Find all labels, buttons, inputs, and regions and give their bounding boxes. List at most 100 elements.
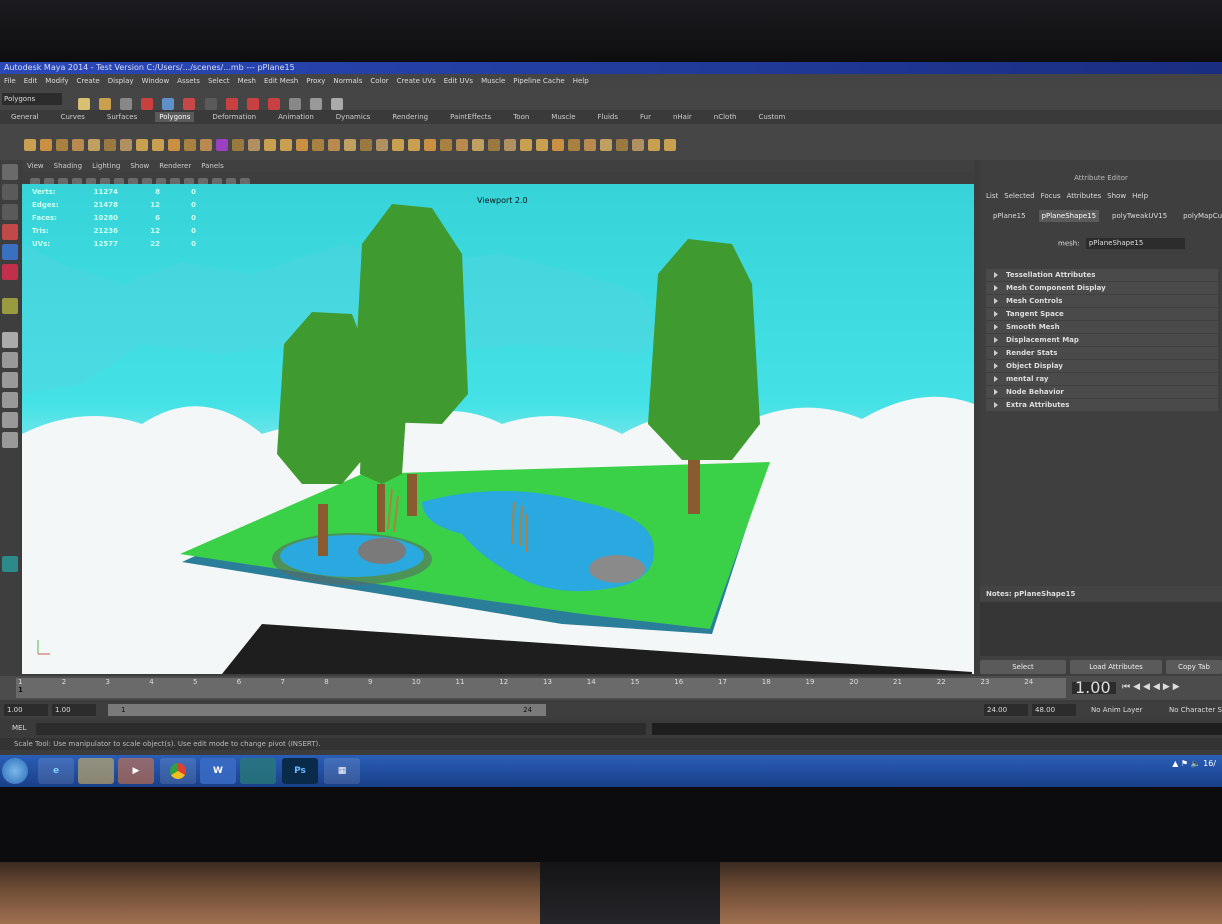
current-frame-marker[interactable]: 1 bbox=[18, 686, 23, 694]
tray-arrow-icon[interactable]: ▲ bbox=[1172, 759, 1178, 768]
extrude-icon[interactable] bbox=[424, 138, 436, 151]
ae-menu-selected[interactable]: Selected bbox=[1004, 192, 1034, 200]
cut-uv-icon[interactable] bbox=[632, 138, 644, 151]
menu-create-uvs[interactable]: Create UVs bbox=[397, 77, 436, 85]
menu-edit[interactable]: Edit bbox=[24, 77, 38, 85]
menu-edit-uvs[interactable]: Edit UVs bbox=[444, 77, 473, 85]
automatic-mapping-icon[interactable] bbox=[552, 138, 564, 151]
media-player-icon[interactable]: ▶ bbox=[118, 758, 154, 784]
rotate-tool-icon[interactable] bbox=[2, 244, 18, 260]
command-input[interactable] bbox=[36, 723, 646, 735]
time-slider[interactable]: 1 2 3 4 5 6 7 8 9 10 11 12 13 14 15 16 17 18 19 20 21 22 23 24 1… bbox=[0, 676, 1222, 700]
mode-selector[interactable]: Polygons bbox=[2, 93, 62, 105]
menu-help[interactable]: Help bbox=[573, 77, 589, 85]
make-hole-icon[interactable] bbox=[328, 138, 340, 151]
shelf-tab-toon[interactable]: Toon bbox=[509, 112, 533, 122]
menu-assets[interactable]: Assets bbox=[177, 77, 200, 85]
shelf-tab-curves[interactable]: Curves bbox=[57, 112, 89, 122]
clock[interactable]: 16/ bbox=[1203, 759, 1216, 768]
menu-display[interactable]: Display bbox=[108, 77, 134, 85]
split-icon[interactable] bbox=[376, 138, 388, 151]
torus-icon[interactable] bbox=[104, 138, 116, 151]
ae-section-object-display[interactable]: Object Display bbox=[986, 360, 1218, 372]
ae-section-mesh-component-display[interactable]: Mesh Component Display bbox=[986, 282, 1218, 294]
panel-menu-show[interactable]: Show bbox=[130, 162, 149, 170]
append-icon[interactable] bbox=[360, 138, 372, 151]
shelf-tab-surfaces[interactable]: Surfaces bbox=[103, 112, 141, 122]
shelf-tab-dynamics[interactable]: Dynamics bbox=[332, 112, 375, 122]
select-by-hierarchy-icon[interactable] bbox=[141, 97, 154, 110]
end-time-field[interactable]: 48.00 bbox=[1032, 704, 1076, 716]
ae-section-smooth-mesh[interactable]: Smooth Mesh bbox=[986, 321, 1218, 333]
menu-pipeline-cache[interactable]: Pipeline Cache bbox=[513, 77, 564, 85]
file-explorer-icon[interactable] bbox=[78, 758, 114, 784]
save-scene-icon[interactable] bbox=[120, 97, 133, 110]
create-polygon-icon[interactable] bbox=[344, 138, 356, 151]
single-pane-layout-icon[interactable] bbox=[2, 332, 18, 348]
menu-mesh[interactable]: Mesh bbox=[238, 77, 256, 85]
render-icon[interactable] bbox=[288, 97, 301, 110]
helix-icon[interactable] bbox=[168, 138, 180, 151]
offset-edge-loop-icon[interactable] bbox=[408, 138, 420, 151]
rock-right[interactable] bbox=[589, 555, 645, 583]
ae-tab-polytweakuv15[interactable]: polyTweakUV15 bbox=[1109, 210, 1170, 222]
panel-menu-panels[interactable]: Panels bbox=[201, 162, 224, 170]
ipr-render-icon[interactable] bbox=[310, 97, 323, 110]
photoshop-icon[interactable]: Ps bbox=[282, 758, 318, 784]
menu-select[interactable]: Select bbox=[208, 77, 230, 85]
booleans-icon[interactable] bbox=[264, 138, 276, 151]
pyramid-icon[interactable] bbox=[136, 138, 148, 151]
merge-icon[interactable] bbox=[472, 138, 484, 151]
select-tool-icon[interactable] bbox=[2, 164, 18, 180]
planar-mapping-icon[interactable] bbox=[504, 138, 516, 151]
select-by-object-icon[interactable] bbox=[162, 97, 175, 110]
paint-select-tool-icon[interactable] bbox=[2, 204, 18, 220]
ae-section-tessellation-attributes[interactable]: Tessellation Attributes bbox=[986, 269, 1218, 281]
shelf-tab-fluids[interactable]: Fluids bbox=[594, 112, 622, 122]
ae-section-tangent-space[interactable]: Tangent Space bbox=[986, 308, 1218, 320]
hypershade-layout-icon[interactable] bbox=[2, 412, 18, 428]
shelf-tab-nhair[interactable]: nHair bbox=[669, 112, 696, 122]
open-scene-icon[interactable] bbox=[99, 97, 112, 110]
range-slider-bar[interactable]: 1 24 bbox=[108, 704, 546, 716]
combine-icon[interactable] bbox=[216, 138, 228, 151]
smooth-icon[interactable] bbox=[280, 138, 292, 151]
layout-icon[interactable] bbox=[616, 138, 628, 151]
panel-menu-shading[interactable]: Shading bbox=[54, 162, 82, 170]
time-slider-ticks[interactable]: 1 2 3 4 5 6 7 8 9 10 11 12 13 14 15 16 17 18 19 20 21 22 23 24 1 bbox=[16, 678, 1066, 698]
menu-create[interactable]: Create bbox=[76, 77, 99, 85]
rock-left[interactable] bbox=[358, 538, 406, 564]
render-settings-icon[interactable] bbox=[331, 97, 344, 110]
flag-icon[interactable]: ⚑ bbox=[1181, 759, 1188, 768]
ae-menu-focus[interactable]: Focus bbox=[1041, 192, 1061, 200]
playback-start-field[interactable]: 1.00 bbox=[52, 704, 96, 716]
mel-label[interactable]: MEL bbox=[12, 724, 26, 732]
maya-icon[interactable] bbox=[240, 758, 276, 784]
ae-tab-pplane15[interactable]: pPlane15 bbox=[990, 210, 1029, 222]
prism-icon[interactable] bbox=[120, 138, 132, 151]
new-scene-icon[interactable] bbox=[78, 97, 90, 110]
platonic-icon[interactable] bbox=[200, 138, 212, 151]
soccer-ball-icon[interactable] bbox=[184, 138, 196, 151]
cone-icon[interactable] bbox=[72, 138, 84, 151]
ae-tab-polymapcut9[interactable]: polyMapCut9 bbox=[1180, 210, 1222, 222]
ae-menu-attributes[interactable]: Attributes bbox=[1067, 192, 1102, 200]
playback-end-field[interactable]: 24.00 bbox=[984, 704, 1028, 716]
tree-right[interactable] bbox=[648, 239, 760, 460]
last-tool-icon[interactable] bbox=[2, 298, 18, 314]
menu-color[interactable]: Color bbox=[370, 77, 388, 85]
menu-proxy[interactable]: Proxy bbox=[306, 77, 325, 85]
shelf-tab-ncloth[interactable]: nCloth bbox=[710, 112, 741, 122]
scale-tool-icon[interactable] bbox=[2, 264, 18, 280]
current-time-field[interactable]: 1.00 bbox=[1072, 680, 1116, 696]
collapse-icon[interactable] bbox=[488, 138, 500, 151]
panel-menu-lighting[interactable]: Lighting bbox=[92, 162, 120, 170]
shelf-tab-rendering[interactable]: Rendering bbox=[388, 112, 432, 122]
ae-menu-help[interactable]: Help bbox=[1132, 192, 1148, 200]
uv-editor-icon[interactable] bbox=[568, 138, 580, 151]
snap-point-icon[interactable] bbox=[246, 97, 259, 110]
spherical-mapping-icon[interactable] bbox=[536, 138, 548, 151]
ae-section-displacement-map[interactable]: Displacement Map bbox=[986, 334, 1218, 346]
panel-menu-view[interactable]: View bbox=[27, 162, 44, 170]
view-cube-icon[interactable] bbox=[2, 556, 18, 572]
